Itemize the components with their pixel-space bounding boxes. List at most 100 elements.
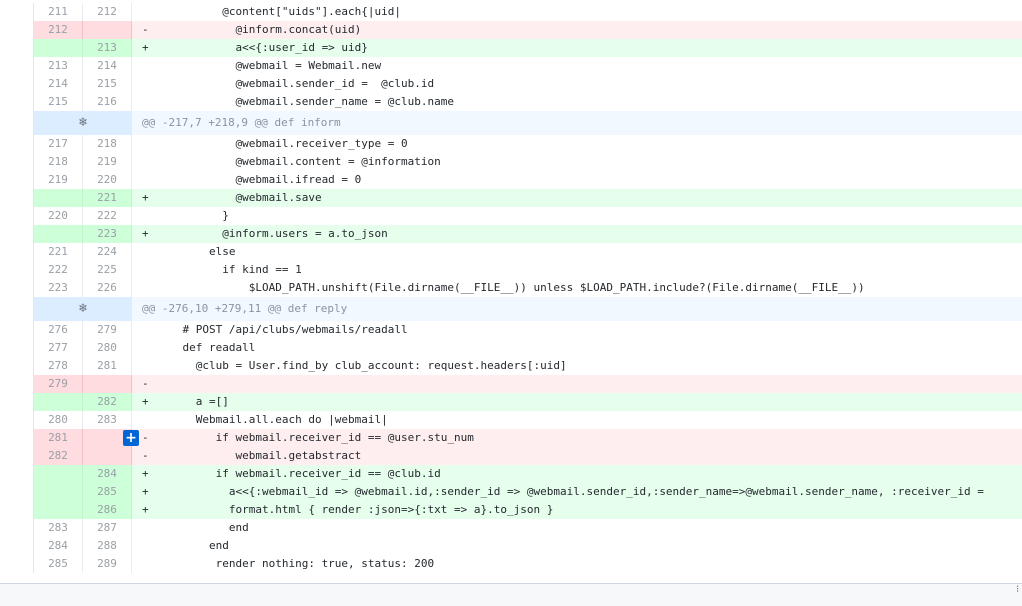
diff-sign: +: [142, 41, 149, 54]
new-line-number[interactable]: [83, 21, 132, 39]
added-line: 223 + @inform.users = a.to_json: [34, 225, 1022, 243]
code-text: # POST /api/clubs/webmails/readall: [156, 323, 408, 336]
new-line-number[interactable]: 222: [83, 207, 132, 225]
new-line-number[interactable]: [83, 375, 132, 393]
new-line-number[interactable]: 281: [83, 357, 132, 375]
new-line-number[interactable]: 285: [83, 483, 132, 501]
old-line-number[interactable]: 280: [34, 411, 83, 429]
old-line-number[interactable]: 279: [34, 375, 83, 393]
old-line-number[interactable]: 277: [34, 339, 83, 357]
diff-sign: +: [142, 227, 149, 240]
old-line-number[interactable]: 212: [34, 21, 83, 39]
unfold-icon[interactable]: ❄: [34, 297, 132, 321]
old-line-number[interactable]: [34, 225, 83, 243]
diff-sign: [132, 93, 156, 111]
new-line-number[interactable]: 288: [83, 537, 132, 555]
old-line-number[interactable]: 278: [34, 357, 83, 375]
old-line-number[interactable]: 276: [34, 321, 83, 339]
new-line-number[interactable]: 212: [83, 3, 132, 21]
new-line-number[interactable]: 289: [83, 555, 132, 573]
added-line: 285 + a<<{:webmail_id => @webmail.id,:sen…: [34, 483, 1022, 501]
old-line-number[interactable]: 222: [34, 261, 83, 279]
new-line-number[interactable]: 287: [83, 519, 132, 537]
new-line-number[interactable]: 215: [83, 75, 132, 93]
code-text: if webmail.receiver_id == @user.stu_num: [156, 431, 474, 444]
new-line-number[interactable]: 225: [83, 261, 132, 279]
code-text: @webmail = Webmail.new: [156, 59, 382, 72]
old-line-number[interactable]: [34, 393, 83, 411]
old-line-number[interactable]: 284: [34, 537, 83, 555]
diff-sign: [132, 153, 156, 171]
new-line-number[interactable]: 216: [83, 93, 132, 111]
context-line: 218 219 @webmail.content = @information: [34, 153, 1022, 171]
diff-sign: -: [142, 449, 149, 462]
old-line-number[interactable]: 211: [34, 3, 83, 21]
diff-sign: [132, 207, 156, 225]
new-line-number[interactable]: 219: [83, 153, 132, 171]
deleted-line: 212 - @inform.concat(uid): [34, 21, 1022, 39]
new-line-number[interactable]: 223: [83, 225, 132, 243]
old-line-number[interactable]: 221: [34, 243, 83, 261]
context-line: 213 214 @webmail = Webmail.new: [34, 57, 1022, 75]
diff-sign: [132, 339, 156, 357]
diff-sign: [132, 243, 156, 261]
old-line-number[interactable]: [34, 465, 83, 483]
old-line-number[interactable]: 213: [34, 57, 83, 75]
new-line-number[interactable]: 282: [83, 393, 132, 411]
deleted-line: 279 -: [34, 375, 1022, 393]
new-line-number[interactable]: 283: [83, 411, 132, 429]
old-line-number[interactable]: 220: [34, 207, 83, 225]
old-line-number[interactable]: 283: [34, 519, 83, 537]
code-text: @club = User.find_by club_account: reque…: [156, 359, 567, 372]
new-line-number[interactable]: 213: [83, 39, 132, 57]
context-line: 219 220 @webmail.ifread = 0: [34, 171, 1022, 189]
code-text: render nothing: true, status: 200: [156, 557, 435, 570]
hunk-header: ❄ @@ -276,10 +279,11 @@ def reply: [34, 297, 1022, 321]
new-line-number[interactable]: 220: [83, 171, 132, 189]
code-text: a =[]: [156, 395, 229, 408]
old-line-number[interactable]: 282: [34, 447, 83, 465]
old-line-number[interactable]: 281: [34, 429, 83, 447]
new-line-number[interactable]: 214: [83, 57, 132, 75]
new-line-number[interactable]: [83, 447, 132, 465]
old-line-number[interactable]: 217: [34, 135, 83, 153]
old-line-number[interactable]: 215: [34, 93, 83, 111]
context-line: 284 288 end: [34, 537, 1022, 555]
diff-sign: +: [142, 467, 149, 480]
old-line-number[interactable]: [34, 483, 83, 501]
add-comment-plus-icon[interactable]: +: [123, 430, 139, 446]
code-text: end: [156, 539, 229, 552]
old-line-number[interactable]: 214: [34, 75, 83, 93]
code-text: @webmail.ifread = 0: [156, 173, 362, 186]
diff-sign: [132, 519, 156, 537]
new-line-number[interactable]: 279: [83, 321, 132, 339]
old-line-number[interactable]: [34, 501, 83, 519]
new-line-number[interactable]: 284: [83, 465, 132, 483]
new-line-number[interactable]: 226: [83, 279, 132, 297]
new-line-number[interactable]: 218: [83, 135, 132, 153]
diff-sign: [132, 411, 156, 429]
old-line-number[interactable]: [34, 189, 83, 207]
old-line-number[interactable]: [34, 39, 83, 57]
context-line: 278 281 @club = User.find_by club_account…: [34, 357, 1022, 375]
code-text: a<<{:webmail_id => @webmail.id,:sender_i…: [156, 485, 984, 498]
code-text: @webmail.receiver_type = 0: [156, 137, 408, 150]
unfold-icon[interactable]: ❄: [34, 111, 132, 135]
new-line-number[interactable]: +: [83, 429, 139, 447]
horizontal-scrollbar[interactable]: [0, 583, 1022, 606]
added-line: 282 + a =[]: [34, 393, 1022, 411]
old-line-number[interactable]: 285: [34, 555, 83, 573]
code-text: Webmail.all.each do |webmail|: [156, 413, 388, 426]
context-line: 283 287 end: [34, 519, 1022, 537]
old-line-number[interactable]: 223: [34, 279, 83, 297]
diff-sign: +: [142, 485, 149, 498]
context-line: 276 279 # POST /api/clubs/webmails/readal…: [34, 321, 1022, 339]
old-line-number[interactable]: 219: [34, 171, 83, 189]
diff-sign: -: [142, 23, 149, 36]
hunk-header: ❄ @@ -217,7 +218,9 @@ def inform: [34, 111, 1022, 135]
new-line-number[interactable]: 221: [83, 189, 132, 207]
old-line-number[interactable]: 218: [34, 153, 83, 171]
new-line-number[interactable]: 280: [83, 339, 132, 357]
new-line-number[interactable]: 286: [83, 501, 132, 519]
new-line-number[interactable]: 224: [83, 243, 132, 261]
